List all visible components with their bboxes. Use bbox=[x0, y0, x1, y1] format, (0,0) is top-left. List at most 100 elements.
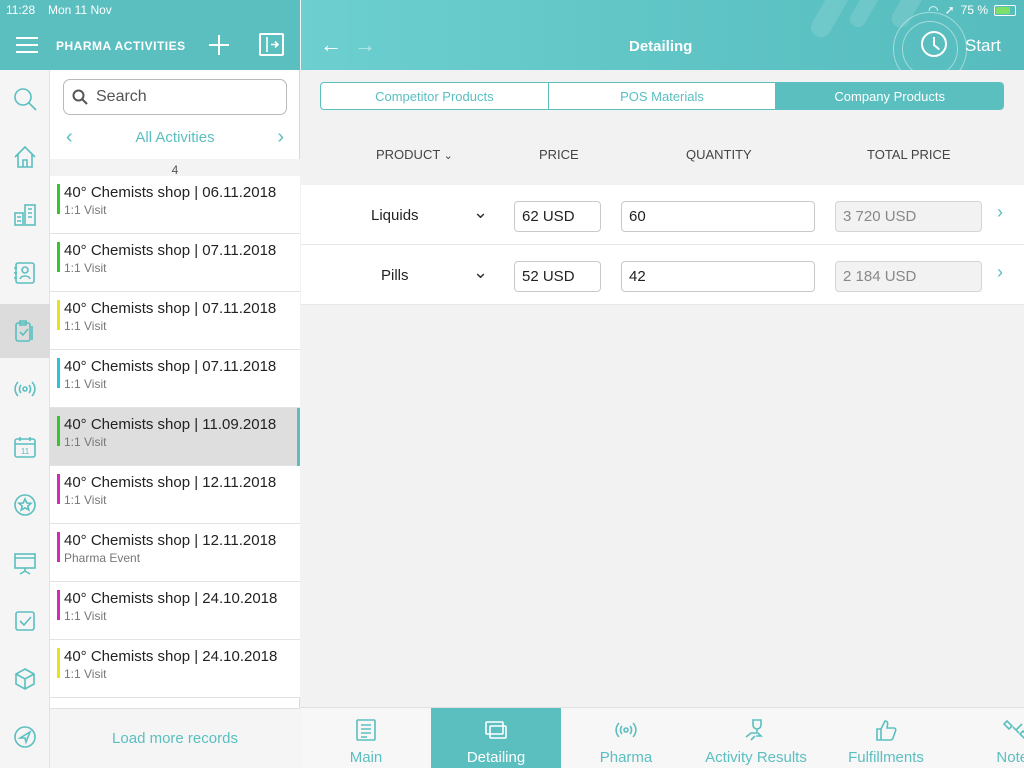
add-activity-button[interactable] bbox=[207, 33, 231, 57]
back-arrow-icon[interactable]: ← bbox=[320, 32, 342, 58]
table-header: PRODUCT ⌄ PRICE QUANTITY TOTAL PRICE bbox=[301, 122, 1024, 185]
menu-icon[interactable] bbox=[16, 37, 38, 53]
tab-detailing[interactable]: Detailing bbox=[431, 708, 561, 768]
price-field[interactable]: 62 USD bbox=[514, 201, 601, 232]
activity-filter: ‹ All Activities › bbox=[50, 125, 300, 149]
segment-pos-materials[interactable]: POS Materials bbox=[549, 83, 777, 109]
item-subtitle: 1:1 Visit bbox=[64, 609, 107, 623]
item-subtitle: 1:1 Visit bbox=[64, 377, 107, 391]
price-field[interactable]: 52 USD bbox=[514, 261, 601, 292]
activity-list: 40° Chemists shop | 06.11.2018 1:1 Visit 4… bbox=[50, 176, 300, 710]
search-input[interactable]: Search bbox=[63, 79, 287, 115]
chevron-down-icon: ⌄ bbox=[443, 150, 453, 162]
segment-company-products[interactable]: Company Products bbox=[776, 83, 1003, 109]
item-subtitle: Pharma Event bbox=[64, 551, 141, 565]
item-title: 40° Chemists shop | 07.11.2018 bbox=[64, 358, 277, 375]
presentation-icon[interactable] bbox=[0, 536, 50, 590]
status-time: 11:28 bbox=[6, 3, 36, 17]
list-item[interactable]: 40° Chemists shop | 11.09.2018 1:1 Visit bbox=[50, 408, 300, 466]
thumbs-up-icon bbox=[876, 720, 897, 741]
list-item[interactable]: 40° Chemists shop | 06.11.2018 1:1 Visit bbox=[50, 176, 300, 234]
table-row: Pills ⌄ 52 USD 42 2 184 USD › bbox=[301, 245, 1024, 305]
tab-activity-results[interactable]: Activity Results bbox=[691, 708, 821, 768]
column-header-total-price: TOTAL PRICE bbox=[867, 147, 951, 162]
clock-icon[interactable] bbox=[921, 31, 947, 57]
table-row: Liquids ⌄ 62 USD 60 3 720 USD › bbox=[301, 185, 1024, 245]
item-subtitle: 1:1 Visit bbox=[64, 203, 107, 217]
list-item[interactable]: 40° Chemists shop | 12.11.2018 1:1 Visit bbox=[50, 466, 300, 524]
satellite-icon bbox=[1003, 719, 1024, 740]
item-subtitle: 1:1 Visit bbox=[64, 493, 107, 507]
list-item[interactable]: 40° Chemists shop | 07.11.2018 1:1 Visit bbox=[50, 234, 300, 292]
start-button[interactable]: Start bbox=[965, 36, 1001, 56]
column-header-price: PRICE bbox=[539, 147, 579, 162]
tab-label: Pharma bbox=[599, 749, 653, 766]
contacts-icon[interactable] bbox=[0, 246, 50, 300]
broadcast-icon[interactable] bbox=[0, 362, 50, 416]
search-icon bbox=[72, 89, 88, 105]
list-item[interactable]: 40° Chemists shop | 12.11.2018 Pharma Eve… bbox=[50, 524, 300, 582]
product-table: Liquids ⌄ 62 USD 60 3 720 USD › Pills ⌄ … bbox=[301, 185, 1024, 305]
detailing-screens-icon bbox=[485, 721, 507, 739]
item-title: 40° Chemists shop | 12.11.2018 bbox=[64, 474, 277, 491]
navigation-icon[interactable] bbox=[0, 710, 50, 764]
status-color-bar bbox=[57, 358, 60, 388]
segment-competitor-products[interactable]: Competitor Products bbox=[321, 83, 549, 109]
broadcast-icon bbox=[615, 722, 637, 738]
list-title: PHARMA ACTIVITIES bbox=[56, 39, 186, 53]
list-header: 11:28 Mon 11 Nov PHARMA ACTIVITIES bbox=[0, 0, 300, 70]
home-icon[interactable] bbox=[0, 130, 50, 184]
export-icon[interactable] bbox=[259, 33, 284, 56]
star-badge-icon[interactable] bbox=[0, 478, 50, 532]
chevron-left-icon[interactable]: ‹ bbox=[66, 126, 73, 149]
chevron-right-icon[interactable]: › bbox=[997, 202, 1003, 223]
forward-arrow-icon[interactable]: → bbox=[354, 32, 376, 58]
item-title: 40° Chemists shop | 12.11.2018 bbox=[64, 532, 277, 549]
product-type-segmented-control: Competitor Products POS Materials Compan… bbox=[320, 82, 1004, 110]
checkbox-icon[interactable] bbox=[0, 594, 50, 648]
tab-fulfillments[interactable]: Fulfillments bbox=[821, 708, 951, 768]
detail-header: ◠ ➚ 75 % bbox=[301, 0, 1024, 70]
list-item[interactable]: 40° Chemists shop | 24.10.2018 1:1 Visit bbox=[50, 582, 300, 640]
chevron-down-icon[interactable]: ⌄ bbox=[473, 202, 488, 223]
search-icon[interactable] bbox=[0, 72, 50, 126]
document-list-icon bbox=[356, 719, 376, 741]
battery-percent: 75 % bbox=[960, 3, 988, 17]
list-item[interactable]: 40° Chemists shop | 24.10.2018 1:1 Visit bbox=[50, 640, 300, 698]
item-title: 40° Chemists shop | 11.09.2018 bbox=[64, 416, 277, 433]
tab-main[interactable]: Main bbox=[301, 708, 431, 768]
quantity-field[interactable]: 60 bbox=[621, 201, 815, 232]
status-color-bar bbox=[57, 474, 60, 504]
status-color-bar bbox=[57, 648, 60, 678]
bottom-tab-bar: Main Detailing Pharma Activity Results F… bbox=[301, 707, 1024, 768]
tab-pharma[interactable]: Pharma bbox=[561, 708, 691, 768]
status-color-bar bbox=[57, 590, 60, 620]
list-item[interactable]: 40° Chemists shop | 07.11.2018 1:1 Visit bbox=[50, 292, 300, 350]
activity-list-panel: Search ‹ All Activities › 4 40° Chemists… bbox=[50, 70, 300, 768]
status-date: Mon 11 Nov bbox=[48, 3, 112, 17]
activities-icon[interactable] bbox=[0, 304, 50, 358]
column-header-product[interactable]: PRODUCT ⌄ bbox=[376, 147, 453, 162]
product-name: Pills bbox=[381, 267, 409, 284]
filter-label[interactable]: All Activities bbox=[135, 129, 214, 146]
quantity-field[interactable]: 42 bbox=[621, 261, 815, 292]
chevron-down-icon[interactable]: ⌄ bbox=[473, 262, 488, 283]
status-indicators: ◠ ➚ 75 % bbox=[928, 3, 1016, 17]
cube-icon[interactable] bbox=[0, 652, 50, 706]
tab-label: Fulfillments bbox=[848, 749, 924, 766]
status-color-bar bbox=[57, 184, 60, 214]
icon-sidebar: 11 bbox=[0, 70, 50, 768]
detailing-content: Competitor Products POS Materials Compan… bbox=[301, 70, 1024, 707]
product-name: Liquids bbox=[371, 207, 419, 224]
calendar-icon[interactable]: 11 bbox=[0, 420, 50, 474]
trophy-hand-icon bbox=[745, 719, 763, 741]
location-icon: ➚ bbox=[944, 3, 955, 17]
buildings-icon[interactable] bbox=[0, 188, 50, 242]
list-item[interactable]: 40° Chemists shop | 07.11.2018 1:1 Visit bbox=[50, 350, 300, 408]
item-title: 40° Chemists shop | 07.11.2018 bbox=[64, 300, 277, 317]
tab-notes[interactable]: Notes bbox=[951, 708, 1024, 768]
status-color-bar bbox=[57, 242, 60, 272]
chevron-right-icon[interactable]: › bbox=[277, 126, 284, 149]
load-more-button[interactable]: Load more records bbox=[50, 708, 300, 768]
chevron-right-icon[interactable]: › bbox=[997, 262, 1003, 283]
